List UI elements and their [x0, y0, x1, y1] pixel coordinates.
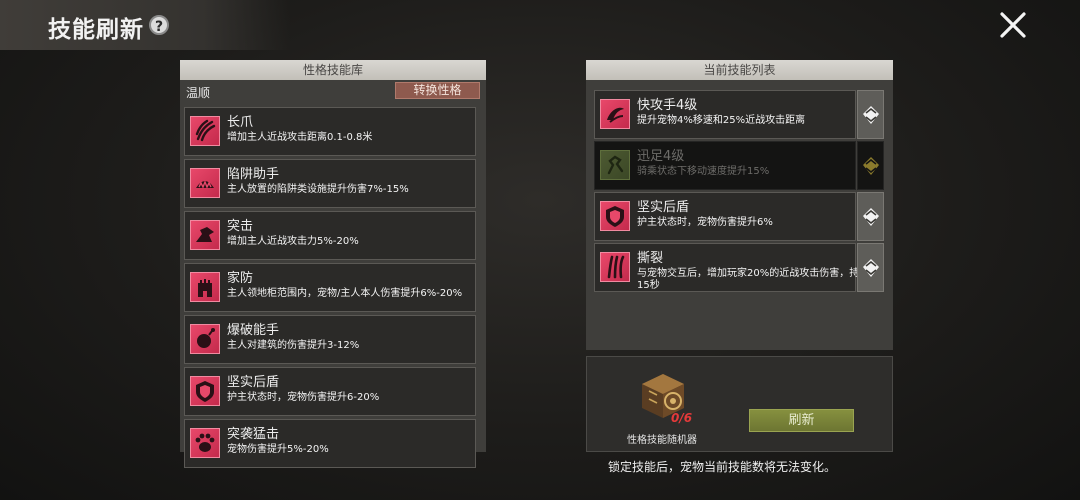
skill-name: 快攻手4级	[637, 98, 698, 113]
title-plate	[0, 0, 290, 50]
lock-arrow-icon	[863, 259, 879, 277]
claw-icon	[190, 116, 220, 146]
lock-arrow-icon	[863, 157, 879, 175]
skill-desc: 主人领地柜范围内，宠物/主人本人伤害提升6%-20%	[227, 288, 463, 299]
library-skill-card[interactable]: 爆破能手 主人对建筑的伤害提升3-12%	[184, 315, 476, 364]
skill-desc: 骑乘状态下移动速度提升15%	[637, 166, 770, 177]
current-skills-panel: 当前技能列表 快攻手4级 提升宠物4%移速和25%近战攻击距离 迅足4级 骑乘状…	[586, 60, 893, 350]
skill-name: 撕裂	[637, 251, 664, 266]
skill-desc: 护主状态时，宠物伤害提升6-20%	[227, 392, 380, 403]
current-skill-body[interactable]: 迅足4级 骑乘状态下移动速度提升15%	[594, 141, 856, 190]
skill-desc: 增加主人近战攻击距离0.1-0.8米	[227, 132, 373, 143]
refresh-button[interactable]: 刷新	[749, 409, 854, 432]
current-skill-card[interactable]: 撕裂 与宠物交互后，增加玩家20%的近战攻击伤害，持续15秒	[594, 243, 884, 292]
top-bar: 技能刷新 ?	[0, 0, 1080, 52]
lock-arrow-icon	[863, 106, 879, 124]
skill-name: 家防	[227, 271, 254, 286]
library-skill-card[interactable]: 家防 主人领地柜范围内，宠物/主人本人伤害提升6%-20%	[184, 263, 476, 312]
skill-desc: 提升宠物4%移速和25%近战攻击距离	[637, 115, 806, 126]
tear-icon	[600, 252, 630, 282]
bomb-icon	[190, 324, 220, 354]
randomizer-panel: 0/6 性格技能随机器 刷新	[586, 356, 893, 452]
temperament-row: 温顺 转换性格	[180, 80, 486, 104]
skill-name: 突袭猛击	[227, 427, 280, 442]
library-skill-card[interactable]: 突击 增加主人近战攻击力5%-20%	[184, 211, 476, 260]
current-skill-body[interactable]: 坚实后盾 护主状态时，宠物伤害提升6%	[594, 192, 856, 241]
temperament-label: 温顺	[186, 86, 211, 100]
shield-icon	[600, 201, 630, 231]
library-skill-card[interactable]: 陷阱助手 主人放置的陷阱类设施提升伤害7%-15%	[184, 159, 476, 208]
footer-note: 锁定技能后，宠物当前技能数将无法变化。	[608, 460, 837, 474]
current-skill-card[interactable]: 快攻手4级 提升宠物4%移速和25%近战攻击距离	[594, 90, 884, 139]
switch-temperament-button[interactable]: 转换性格	[395, 82, 480, 99]
skill-name: 长爪	[227, 115, 254, 130]
current-skill-card[interactable]: 坚实后盾 护主状态时，宠物伤害提升6%	[594, 192, 884, 241]
skill-desc: 主人放置的陷阱类设施提升伤害7%-15%	[227, 184, 409, 195]
close-icon[interactable]	[998, 10, 1028, 40]
lock-toggle-button[interactable]	[857, 243, 884, 292]
skill-desc: 主人对建筑的伤害提升3-12%	[227, 340, 360, 351]
trap-icon	[190, 168, 220, 198]
skill-name: 陷阱助手	[227, 167, 280, 182]
library-skill-card[interactable]: 突袭猛击 宠物伤害提升5%-20%	[184, 419, 476, 468]
randomizer-count: 0/6	[671, 411, 693, 425]
runner-icon	[600, 150, 630, 180]
current-skills-list: 快攻手4级 提升宠物4%移速和25%近战攻击距离 迅足4级 骑乘状态下移动速度提…	[594, 90, 884, 294]
skill-desc: 增加主人近战攻击力5%-20%	[227, 236, 359, 247]
lock-toggle-button[interactable]	[857, 90, 884, 139]
question-icon[interactable]: ?	[149, 15, 169, 35]
current-skill-card-locked[interactable]: 迅足4级 骑乘状态下移动速度提升15%	[594, 141, 884, 190]
paw-icon	[190, 428, 220, 458]
skill-name: 坚实后盾	[227, 375, 280, 390]
skill-desc: 宠物伤害提升5%-20%	[227, 444, 329, 455]
library-skill-card[interactable]: 坚实后盾 护主状态时，宠物伤害提升6-20%	[184, 367, 476, 416]
library-skill-card[interactable]: 长爪 增加主人近战攻击距离0.1-0.8米	[184, 107, 476, 156]
lock-arrow-icon	[863, 208, 879, 226]
current-skill-body[interactable]: 快攻手4级 提升宠物4%移速和25%近战攻击距离	[594, 90, 856, 139]
current-skill-body[interactable]: 撕裂 与宠物交互后，增加玩家20%的近战攻击伤害，持续15秒	[594, 243, 869, 292]
lock-toggle-button[interactable]	[857, 192, 884, 241]
skill-desc: 与宠物交互后，增加玩家20%的近战攻击伤害，持续15秒	[637, 268, 870, 291]
lock-toggle-button[interactable]	[857, 141, 884, 190]
castle-icon	[190, 272, 220, 302]
shield-icon	[190, 376, 220, 406]
current-skills-title: 当前技能列表	[586, 60, 893, 80]
swift-icon	[600, 99, 630, 129]
charge-icon	[190, 220, 220, 250]
page-title: 技能刷新	[48, 17, 144, 43]
skill-name: 迅足4级	[637, 149, 685, 164]
randomizer-label: 性格技能随机器	[627, 435, 697, 446]
skill-desc: 护主状态时，宠物伤害提升6%	[637, 217, 773, 228]
skill-library-list[interactable]: 长爪 增加主人近战攻击距离0.1-0.8米 陷阱助手 主人放置的陷阱类设施提升伤…	[184, 107, 476, 471]
skill-name: 突击	[227, 219, 254, 234]
skill-name: 爆破能手	[227, 323, 280, 338]
skill-name: 坚实后盾	[637, 200, 690, 215]
skill-library-title: 性格技能库	[180, 60, 486, 80]
